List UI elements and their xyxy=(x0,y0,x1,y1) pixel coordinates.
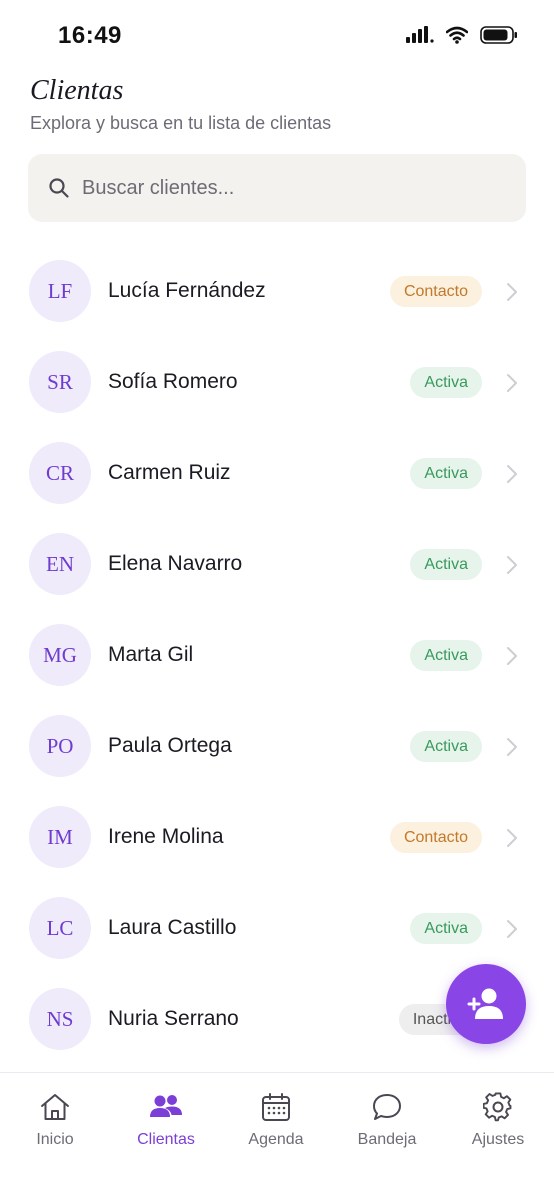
client-name: Laura Castillo xyxy=(108,916,237,939)
chevron-right-icon xyxy=(507,556,517,574)
avatar: NS xyxy=(29,988,91,1050)
status-badge: Activa xyxy=(410,640,482,671)
add-client-button[interactable] xyxy=(446,964,526,1044)
client-row[interactable]: IM Irene Molina Contacto xyxy=(0,793,554,884)
client-name: Marta Gil xyxy=(108,643,194,666)
users-icon xyxy=(149,1091,183,1123)
home-icon xyxy=(38,1091,72,1123)
search-icon xyxy=(48,177,70,199)
status-bar: 16:49 xyxy=(0,0,554,74)
tab-clientas[interactable]: Clientas xyxy=(116,1091,216,1149)
client-row[interactable]: PO Paula Ortega Activa xyxy=(0,702,554,793)
client-rows: LF Lucía Fernández Contacto SR Sofía Rom… xyxy=(0,247,554,1066)
client-name: Paula Ortega xyxy=(108,734,232,757)
cellular-signal-icon xyxy=(406,26,434,43)
avatar-initials: IM xyxy=(47,824,73,849)
tab-label: Bandeja xyxy=(357,1131,417,1148)
avatar: CR xyxy=(29,442,91,504)
page-header: Clientas Explora y busca en tu lista de … xyxy=(30,74,530,134)
search-bar[interactable] xyxy=(28,154,526,222)
page-title: Clientas xyxy=(30,75,124,106)
tab-bar: Inicio Clientas Agenda Bandeja Ajustes xyxy=(0,1072,554,1200)
avatar-initials: MG xyxy=(43,642,77,667)
avatar: LF xyxy=(29,260,91,322)
client-row[interactable]: EN Elena Navarro Activa xyxy=(0,520,554,611)
battery-icon xyxy=(480,26,517,44)
status-icons xyxy=(406,26,518,44)
client-row[interactable]: MG Marta Gil Activa xyxy=(0,611,554,702)
client-name: Elena Navarro xyxy=(108,552,243,575)
tab-label: Clientas xyxy=(137,1131,195,1148)
client-row[interactable]: LC Laura Castillo Activa xyxy=(0,884,554,975)
tab-agenda[interactable]: Agenda xyxy=(226,1091,326,1149)
client-name: Irene Molina xyxy=(108,825,224,848)
avatar-initials: LF xyxy=(47,278,73,303)
chat-bubble-icon xyxy=(370,1091,404,1123)
chevron-right-icon xyxy=(507,829,517,847)
status-time: 16:49 xyxy=(58,22,122,49)
chevron-right-icon xyxy=(507,738,517,756)
tab-ajustes[interactable]: Ajustes xyxy=(448,1091,548,1149)
search-input[interactable] xyxy=(82,176,502,200)
page-subtitle: Explora y busca en tu lista de clientas xyxy=(30,113,332,133)
client-row[interactable]: CR Carmen Ruiz Activa xyxy=(0,429,554,520)
avatar: PO xyxy=(29,715,91,777)
chevron-right-icon xyxy=(507,647,517,665)
avatar-initials: NS xyxy=(46,1006,74,1031)
client-name: Carmen Ruiz xyxy=(108,461,231,484)
calendar-icon xyxy=(259,1091,293,1123)
client-name: Lucía Fernández xyxy=(108,279,266,302)
avatar: SR xyxy=(29,351,91,413)
tab-bandeja[interactable]: Bandeja xyxy=(337,1091,437,1149)
client-list: LF Lucía Fernández Contacto SR Sofía Rom… xyxy=(0,247,554,1067)
chevron-right-icon xyxy=(507,374,517,392)
client-row[interactable]: LF Lucía Fernández Contacto xyxy=(0,247,554,338)
status-badge: Activa xyxy=(410,913,482,944)
tab-inicio[interactable]: Inicio xyxy=(5,1091,105,1149)
avatar: LC xyxy=(29,897,91,959)
avatar: MG xyxy=(29,624,91,686)
avatar: EN xyxy=(29,533,91,595)
client-name: Sofía Romero xyxy=(108,370,238,393)
status-badge: Contacto xyxy=(389,276,482,307)
status-badge: Activa xyxy=(410,367,482,398)
avatar: IM xyxy=(29,806,91,868)
avatar-initials: CR xyxy=(45,460,74,485)
avatar-initials: LC xyxy=(46,915,74,940)
avatar-initials: PO xyxy=(46,733,74,758)
client-row[interactable]: SR Sofía Romero Activa xyxy=(0,338,554,429)
avatar-initials: SR xyxy=(47,369,73,394)
chevron-right-icon xyxy=(507,283,517,301)
wifi-icon xyxy=(446,26,468,44)
chevron-right-icon xyxy=(507,465,517,483)
add-user-icon xyxy=(467,988,503,1019)
tab-label: Ajustes xyxy=(471,1131,525,1148)
avatar-initials: EN xyxy=(46,551,74,576)
tab-label: Inicio xyxy=(36,1131,74,1148)
gear-icon xyxy=(481,1091,515,1123)
status-badge: Activa xyxy=(410,458,482,489)
status-badge: Contacto xyxy=(389,822,482,853)
status-badge: Activa xyxy=(410,731,482,762)
client-name: Nuria Serrano xyxy=(108,1007,239,1030)
status-badge: Activa xyxy=(410,549,482,580)
chevron-right-icon xyxy=(507,920,517,938)
tab-label: Agenda xyxy=(248,1131,304,1148)
